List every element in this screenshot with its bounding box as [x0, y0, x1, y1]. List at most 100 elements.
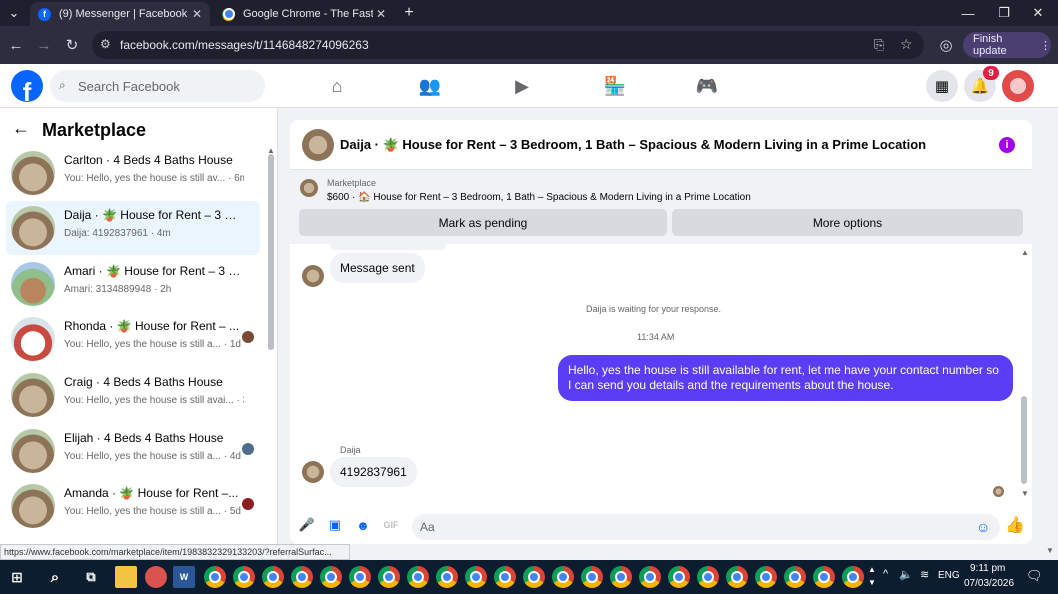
conversation-daija[interactable]: Daija · 🪴 House for Rent – 3 Be... Daija…	[6, 201, 260, 255]
close-tab-icon[interactable]: ✕	[192, 7, 202, 21]
volume-icon[interactable]: 🔈	[899, 568, 913, 581]
conversation-amanda[interactable]: Amanda · 🪴 House for Rent –... You: Hell…	[6, 479, 260, 533]
chrome-icon[interactable]	[262, 566, 284, 588]
chat-title[interactable]: Daija · 🪴 House for Rent – 3 Bedroom, 1 …	[340, 137, 926, 153]
chat-scrollbar[interactable]	[1021, 396, 1027, 484]
new-tab-icon[interactable]: +	[396, 0, 422, 26]
close-tab-icon[interactable]: ✕	[376, 7, 386, 21]
chrome-icon[interactable]	[697, 566, 719, 588]
conversation-craig[interactable]: Craig · 4 Beds 4 Baths House You: Hello,…	[6, 368, 260, 422]
photo-icon[interactable]: ▣	[326, 516, 344, 534]
restore-icon[interactable]: ❐	[986, 0, 1022, 26]
message-input-placeholder: Aa	[420, 520, 435, 534]
message-bubble[interactable]: Message sent	[330, 253, 425, 283]
mark-as-pending-button[interactable]: Mark as pending	[299, 209, 667, 236]
minimize-icon[interactable]: —	[950, 0, 986, 26]
task-view-icon[interactable]: ⧉	[80, 566, 102, 588]
chrome-icon[interactable]	[320, 566, 342, 588]
chrome-icon[interactable]	[233, 566, 255, 588]
file-explorer-icon[interactable]	[115, 566, 137, 588]
tab-search-icon[interactable]: ⌄	[0, 0, 28, 26]
chrome-icon[interactable]	[436, 566, 458, 588]
page-scroll-down-icon[interactable]: ▼	[1046, 546, 1054, 555]
conversation-elijah[interactable]: Elijah · 4 Beds 4 Baths House You: Hello…	[6, 424, 260, 478]
app-icon[interactable]	[145, 566, 167, 588]
chrome-icon[interactable]	[465, 566, 487, 588]
incoming-message-bubble[interactable]: 4192837961	[330, 457, 417, 487]
notifications-icon[interactable]: 🗨	[1026, 568, 1043, 584]
home-icon[interactable]: ⌂	[325, 74, 349, 98]
more-options-button[interactable]: More options	[672, 209, 1023, 236]
taskbar-scroll-icon[interactable]: ▲ ▼	[868, 563, 876, 589]
close-window-icon[interactable]: ✕	[1020, 0, 1056, 26]
chrome-icon[interactable]	[349, 566, 371, 588]
forward-arrow-icon[interactable]: →	[34, 35, 54, 55]
profile-icon[interactable]: ◎	[936, 35, 956, 55]
chrome-icon[interactable]	[204, 566, 226, 588]
network-icon[interactable]: ≋	[920, 568, 929, 581]
tab-messenger[interactable]: f (9) Messenger | Facebook ✕	[30, 2, 210, 26]
chrome-icon[interactable]	[726, 566, 748, 588]
conversation-preview: You: Hello, yes the house is still a... …	[64, 451, 241, 462]
chrome-icon[interactable]	[291, 566, 313, 588]
sticker-icon[interactable]: ☻	[354, 516, 372, 534]
chrome-icon[interactable]	[668, 566, 690, 588]
chrome-icon[interactable]	[523, 566, 545, 588]
emoji-icon[interactable]: ☺	[976, 519, 990, 535]
chrome-icon[interactable]	[552, 566, 574, 588]
marketplace-label: Marketplace	[327, 178, 377, 188]
listing-summary[interactable]: $600 · 🏠 House for Rent – 3 Bedroom, 1 B…	[327, 192, 751, 203]
chrome-icon[interactable]	[581, 566, 603, 588]
address-bar[interactable]: ⚙ facebook.com/messages/t/11468482740962…	[92, 31, 924, 59]
search-icon: ⌕	[59, 78, 66, 92]
microphone-icon[interactable]: 🎤	[298, 516, 316, 534]
conversation-carlton[interactable]: Carlton · 4 Beds 4 Baths House You: Hell…	[6, 146, 260, 200]
finish-update-button[interactable]: Finish update ⋮	[963, 32, 1051, 58]
gaming-icon[interactable]: 🎮	[695, 74, 719, 98]
word-icon[interactable]: W	[173, 566, 195, 588]
chrome-icon[interactable]	[842, 566, 864, 588]
conversation-rhonda[interactable]: Rhonda · 🪴 House for Rent – ... You: Hel…	[6, 312, 260, 366]
chrome-icon[interactable]	[784, 566, 806, 588]
search-facebook-input[interactable]: ⌕ Search Facebook	[50, 70, 265, 102]
show-hidden-icons-icon[interactable]: ^	[883, 568, 888, 580]
info-icon[interactable]: i	[999, 137, 1015, 153]
language-indicator[interactable]: ENG	[938, 570, 960, 581]
reload-icon[interactable]: ↻	[62, 35, 82, 55]
scroll-down-icon[interactable]: ▼	[1021, 489, 1029, 498]
chrome-favicon-icon	[222, 7, 235, 21]
bookmark-star-icon[interactable]: ☆	[900, 36, 913, 53]
back-arrow-icon[interactable]: ←	[12, 118, 30, 139]
chrome-icon[interactable]	[755, 566, 777, 588]
chrome-icon[interactable]	[639, 566, 661, 588]
outgoing-message-bubble[interactable]: Hello, yes the house is still available …	[558, 355, 1013, 401]
conversation-amari[interactable]: Amari · 🪴 House for Rent – 3 B... Amari:…	[6, 257, 260, 311]
account-avatar[interactable]	[1002, 70, 1034, 102]
sidebar-scrollbar[interactable]	[268, 154, 274, 350]
clock-date[interactable]: 07/03/2026	[964, 578, 1014, 589]
marketplace-icon[interactable]: 🏪	[603, 74, 627, 98]
clock-time[interactable]: 9:11 pm	[970, 563, 1005, 574]
gif-icon[interactable]: GIF	[382, 516, 400, 534]
search-icon[interactable]: ⌕	[44, 566, 66, 588]
chrome-icon[interactable]	[407, 566, 429, 588]
facebook-logo-icon[interactable]: f	[11, 70, 43, 102]
chat-avatar[interactable]	[302, 129, 334, 161]
chrome-icon[interactable]	[494, 566, 516, 588]
scroll-up-icon[interactable]: ▲	[1021, 248, 1029, 257]
back-arrow-icon[interactable]: ←	[6, 35, 26, 55]
like-thumbs-up-icon[interactable]: 👍	[1005, 516, 1025, 534]
site-settings-icon[interactable]: ⚙	[100, 37, 111, 51]
facebook-favicon-icon: f	[38, 7, 51, 21]
friends-icon[interactable]: 👥	[418, 74, 442, 98]
install-app-icon[interactable]: ⎘	[874, 37, 884, 53]
tab-google-chrome[interactable]: Google Chrome - The Fast & Se ✕	[214, 2, 394, 26]
windows-start-icon[interactable]: ⊞	[6, 566, 28, 588]
message-input[interactable]: Aa ☺	[412, 514, 1000, 540]
chrome-icon[interactable]	[378, 566, 400, 588]
menu-grid-icon[interactable]: ▦	[926, 70, 958, 102]
kebab-menu-icon[interactable]: ⋮	[1040, 39, 1051, 52]
video-icon[interactable]: ▶	[510, 74, 534, 98]
chrome-icon[interactable]	[610, 566, 632, 588]
chrome-icon[interactable]	[813, 566, 835, 588]
